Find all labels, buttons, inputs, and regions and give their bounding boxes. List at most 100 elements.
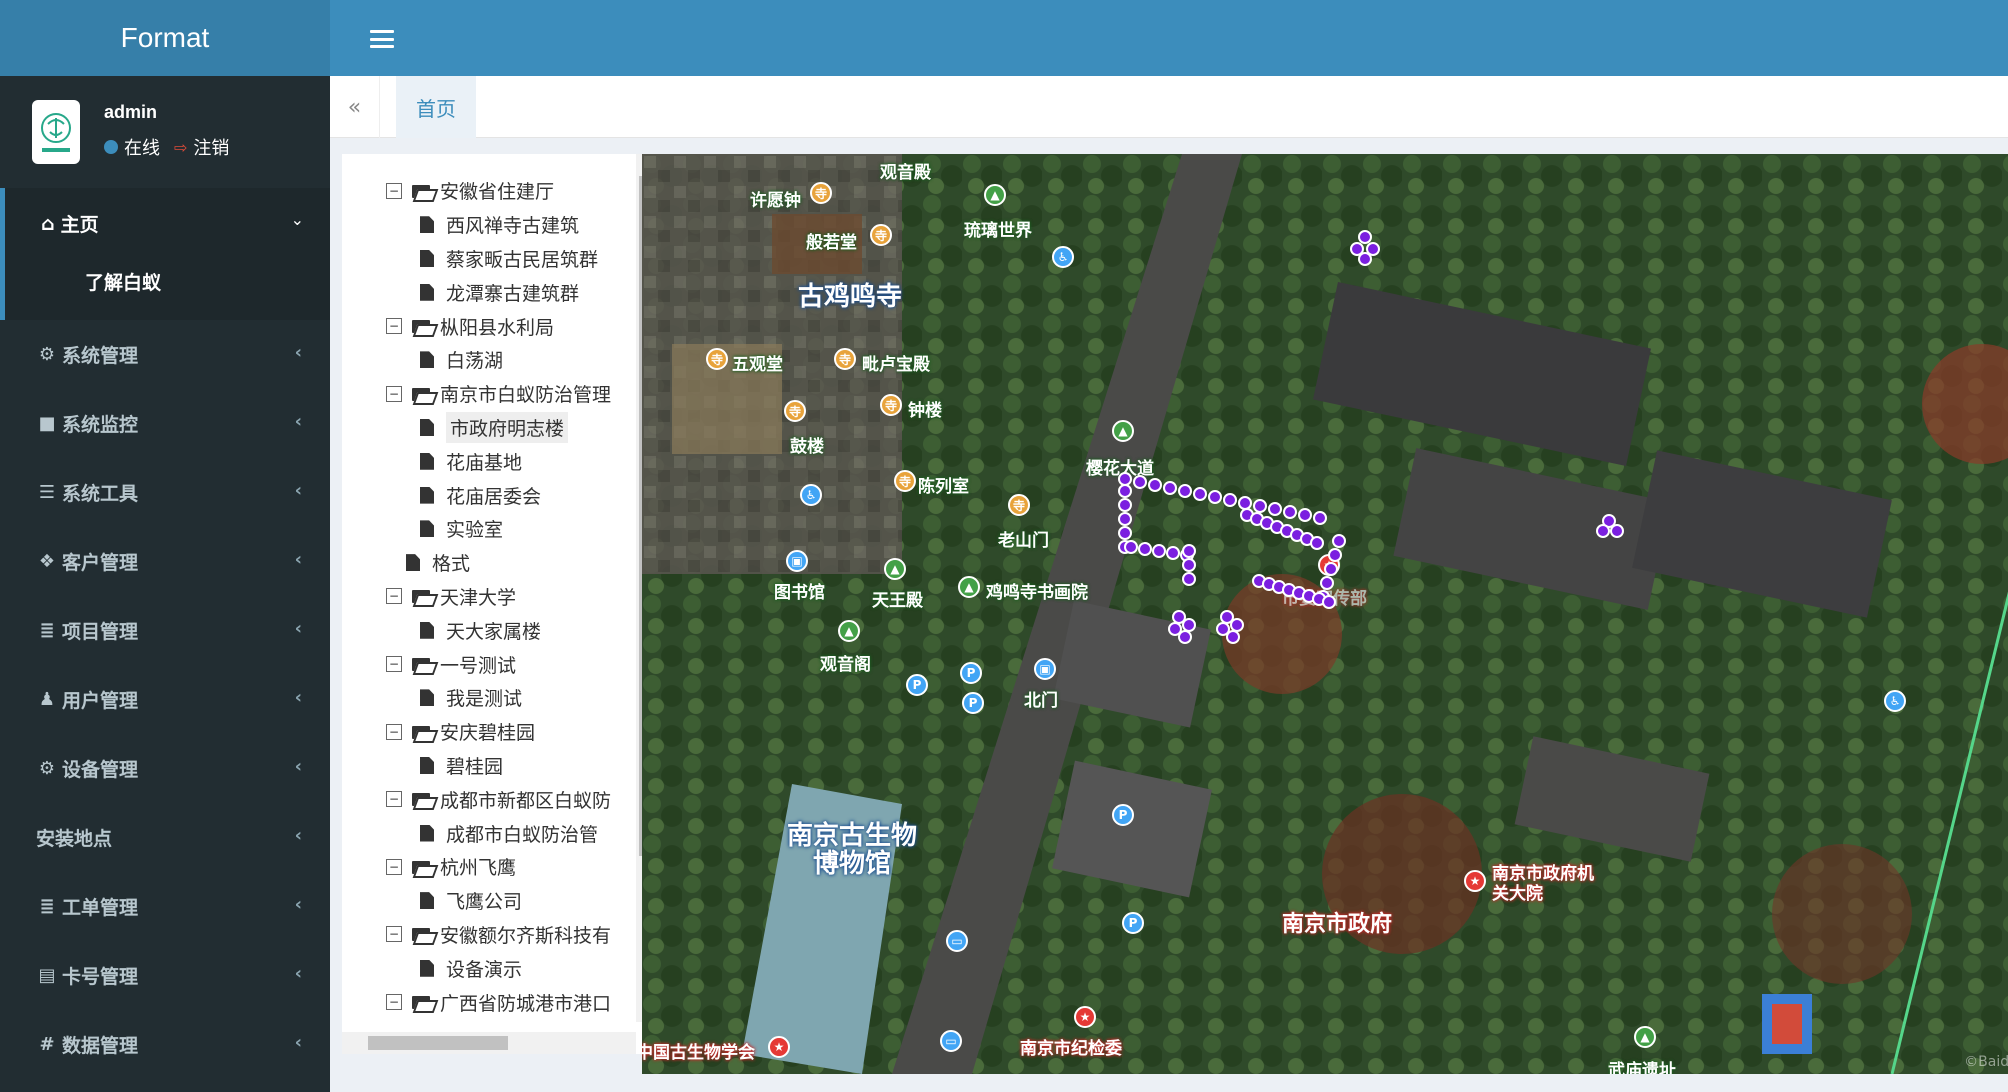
library-pin-icon[interactable]: ▣ [786, 550, 808, 572]
collapse-toggle-icon[interactable]: − [386, 926, 402, 943]
tab-scroll-left-icon[interactable]: « [330, 76, 380, 138]
scenic-pin-icon[interactable]: ▲ [984, 184, 1006, 206]
scenic-pin-icon[interactable]: ▲ [958, 576, 980, 598]
sidebar-item-monitor[interactable]: ■ 系统监控 ‹ [0, 389, 330, 458]
device-marker-icon[interactable] [1358, 252, 1372, 266]
collapse-toggle-icon[interactable]: − [386, 723, 402, 740]
device-marker-icon[interactable] [1253, 499, 1267, 513]
sidebar-item-tools[interactable]: ☰ 系统工具 ‹ [0, 458, 330, 527]
device-marker-icon[interactable] [1322, 595, 1336, 609]
device-marker-icon[interactable] [1310, 536, 1324, 550]
device-marker-icon[interactable] [1118, 526, 1132, 540]
temple-pin-icon[interactable]: 寺 [870, 224, 892, 246]
device-marker-icon[interactable] [1313, 511, 1327, 525]
parking-pin-icon[interactable]: P [960, 662, 982, 684]
sidebar-item-system[interactable]: ⚙ 系统管理 ‹ [0, 320, 330, 389]
temple-pin-icon[interactable]: 寺 [784, 400, 806, 422]
tab-home[interactable]: 首页 [396, 76, 476, 138]
collapse-toggle-icon[interactable]: − [386, 385, 402, 402]
device-marker-icon[interactable] [1166, 546, 1180, 560]
sidebar-item-projects[interactable]: ≣ 项目管理 ‹ [0, 596, 330, 665]
toilet-pin-icon[interactable]: ♿ [1884, 690, 1906, 712]
government-pin-icon[interactable]: ★ [768, 1036, 790, 1058]
app-logo[interactable]: Format [0, 0, 330, 76]
tree-node-file[interactable]: 蔡家畈古民居筑群 [386, 242, 611, 276]
device-marker-icon[interactable] [1182, 544, 1196, 558]
temple-pin-icon[interactable]: 寺 [810, 182, 832, 204]
tree-node-folder[interactable]: − 杭州飞鹰 [386, 850, 611, 884]
device-marker-icon[interactable] [1148, 478, 1162, 492]
device-marker-icon[interactable] [1163, 481, 1177, 495]
collapse-toggle-icon[interactable]: − [386, 182, 402, 199]
sidebar-item-customers[interactable]: ❖ 客户管理 ‹ [0, 527, 330, 596]
sidebar-subitem-about[interactable]: 了解白蚁 [85, 268, 161, 295]
device-marker-icon[interactable] [1328, 548, 1342, 562]
device-marker-icon[interactable] [1320, 576, 1334, 590]
device-marker-icon[interactable] [1298, 508, 1312, 522]
device-marker-icon[interactable] [1152, 544, 1166, 558]
scenic-pin-icon[interactable]: ▲ [838, 620, 860, 642]
sidebar-item-devices[interactable]: ⚙ 设备管理 ‹ [0, 734, 330, 803]
device-marker-icon[interactable] [1610, 524, 1624, 538]
tree-node-file[interactable]: 天大家属楼 [386, 613, 611, 647]
device-marker-icon[interactable] [1182, 572, 1196, 586]
tree-node-file[interactable]: 花庙居委会 [386, 478, 611, 512]
tree-node-file[interactable]: 设备演示 [386, 951, 611, 985]
device-marker-icon[interactable] [1226, 630, 1240, 644]
device-marker-icon[interactable] [1138, 542, 1152, 556]
sidebar-item-workorders[interactable]: ≣ 工单管理 ‹ [0, 872, 330, 941]
collapse-toggle-icon[interactable]: − [386, 318, 402, 335]
gate-pin-icon[interactable]: ▣ [1034, 658, 1056, 680]
sidebar-item-home[interactable]: ⌂ 主页 ⌄ 了解白蚁 [0, 188, 330, 320]
collapse-toggle-icon[interactable]: − [386, 858, 402, 875]
tree-node-folder[interactable]: − 成都市新都区白蚁防 [386, 782, 611, 816]
tree-node-file[interactable]: 飞鹰公司 [386, 884, 611, 918]
temple-pin-icon[interactable]: 寺 [880, 394, 902, 416]
device-marker-icon[interactable] [1283, 505, 1297, 519]
tree-node-folder[interactable]: − 广西省防城港市港口 [386, 985, 611, 1019]
sidebar-item-data[interactable]: # 数据管理 ‹ [0, 1010, 330, 1079]
logout-link[interactable]: 注销 [193, 134, 229, 160]
device-marker-icon[interactable] [1208, 490, 1222, 504]
tree-node-folder[interactable]: − 安庆碧桂园 [386, 715, 611, 749]
device-marker-icon[interactable] [1268, 502, 1282, 516]
tree-node-folder[interactable]: − 南京市白蚁防治管理 [386, 377, 611, 411]
logout-icon[interactable]: ⇨ [174, 138, 187, 157]
collapse-toggle-icon[interactable]: − [386, 994, 402, 1011]
device-marker-icon[interactable] [1118, 498, 1132, 512]
government-pin-icon[interactable]: ★ [1464, 870, 1486, 892]
tree-node-file[interactable]: 白荡湖 [386, 343, 611, 377]
tree-node-folder[interactable]: − 安徽省住建厅 [386, 174, 611, 208]
government-pin-icon[interactable]: ★ [1074, 1006, 1096, 1028]
parking-pin-icon[interactable]: P [906, 674, 928, 696]
tree-node-folder[interactable]: − 安徽额尔齐斯科技有 [386, 918, 611, 952]
tree-node-folder[interactable]: − 天津大学 [386, 580, 611, 614]
tree-horizontal-scrollbar[interactable] [342, 1032, 636, 1054]
sidebar-item-users[interactable]: ♟ 用户管理 ‹ [0, 665, 330, 734]
satellite-map[interactable]: 观音殿 许愿钟 寺 琉璃世界 ▲ 般若堂 寺 ♿ 古鸡鸣寺 寺 五观堂 寺 毗卢… [642, 154, 2008, 1074]
tree-node-file[interactable]: 我是测试 [386, 681, 611, 715]
tree-node-file[interactable]: 碧桂园 [386, 749, 611, 783]
device-marker-icon[interactable] [1178, 630, 1192, 644]
parking-pin-icon[interactable]: P [1122, 912, 1144, 934]
device-marker-icon[interactable] [1124, 540, 1138, 554]
scenic-pin-icon[interactable]: ▲ [884, 558, 906, 580]
toilet-pin-icon[interactable]: ♿ [1052, 246, 1074, 268]
temple-pin-icon[interactable]: 寺 [834, 348, 856, 370]
sidebar-item-locations[interactable]: 安装地点 ‹ [0, 803, 330, 872]
device-marker-icon[interactable] [1118, 512, 1132, 526]
tree-node-file[interactable]: 龙潭寨古建筑群 [386, 275, 611, 309]
collapse-toggle-icon[interactable]: − [386, 588, 402, 605]
parking-pin-icon[interactable]: P [962, 692, 984, 714]
tree-node-file[interactable]: 格式 [386, 546, 611, 580]
device-marker-icon[interactable] [1596, 524, 1610, 538]
tree-node-folder[interactable]: − 一号测试 [386, 647, 611, 681]
device-marker-icon[interactable] [1324, 562, 1338, 576]
device-marker-icon[interactable] [1332, 534, 1346, 548]
device-marker-icon[interactable] [1133, 475, 1147, 489]
tree-node-folder[interactable]: − 枞阳县水利局 [386, 309, 611, 343]
temple-pin-icon[interactable]: 寺 [894, 470, 916, 492]
tree-node-file[interactable]: 市政府明志楼 [386, 411, 611, 445]
device-marker-icon[interactable] [1193, 487, 1207, 501]
parking-pin-icon[interactable]: P [1112, 804, 1134, 826]
